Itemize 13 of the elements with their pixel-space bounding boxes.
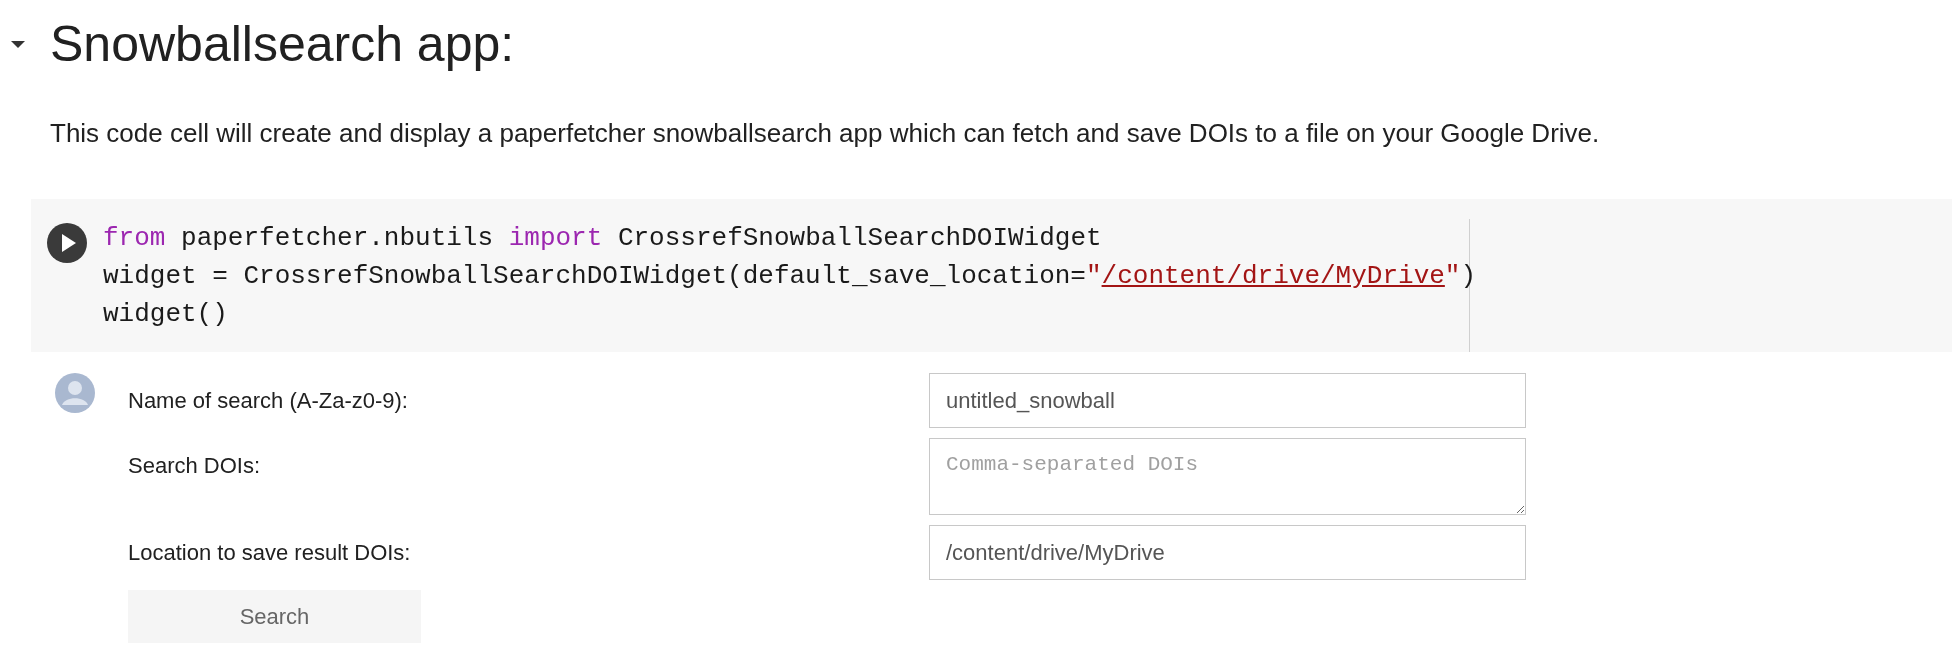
code-line: from paperfetcher.nbutils import CrossrefSnowballSearchDOIWidget (103, 222, 1103, 255)
avatar-icon (55, 373, 95, 413)
field-label: Search DOIs: (128, 452, 261, 480)
doi-text-area[interactable]: Comma-separated DOIs (929, 438, 1526, 515)
field-label: Location to save result DOIs: (128, 539, 411, 567)
field-label: Name of search (A-Za-z0-9): (128, 387, 408, 415)
text-input[interactable]: /content/drive/MyDrive (929, 525, 1526, 580)
section-heading: Snowballsearch app: (50, 19, 515, 69)
text-input[interactable]: untitled_snowball (929, 373, 1526, 428)
search-button[interactable]: Search (128, 590, 421, 643)
code-line: widget() (103, 298, 229, 331)
description-text: This code cell will create and display a paperfetcher snowballsearch app which can fetch and save DOIs to a file on your Google Drive. (50, 117, 1601, 150)
play-icon[interactable] (46, 222, 88, 264)
